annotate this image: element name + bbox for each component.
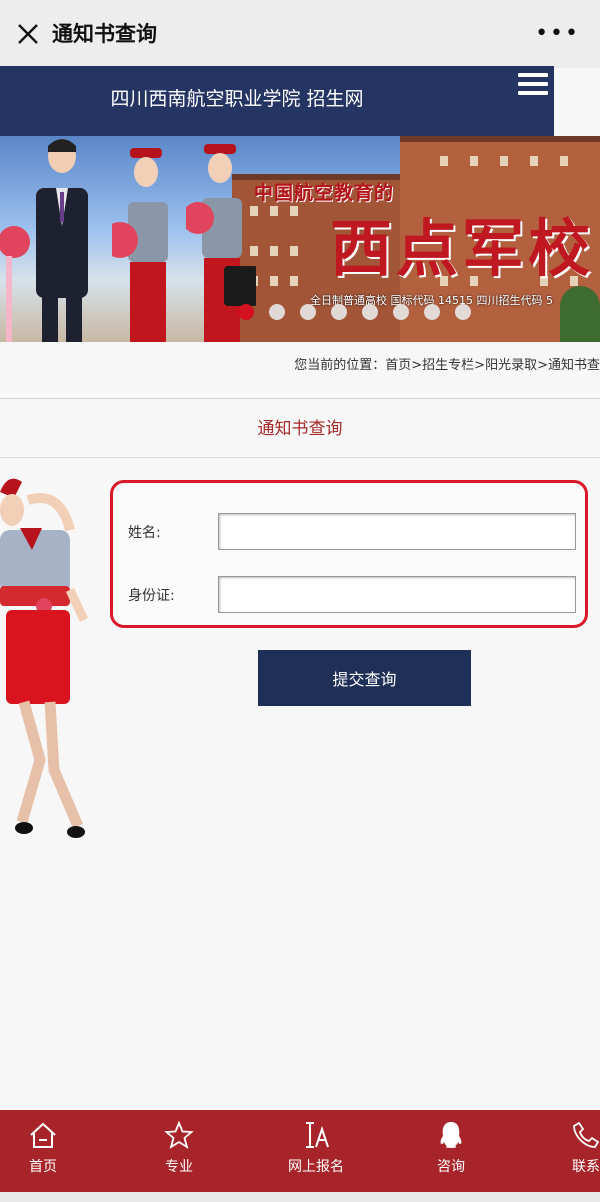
- site-name: 四川西南航空职业学院 招生网: [110, 88, 364, 110]
- breadcrumb-link-notice[interactable]: 通知书查: [548, 358, 600, 373]
- carousel-dot[interactable]: [393, 304, 409, 320]
- banner-headline: 西点军校: [330, 212, 595, 285]
- breadcrumb-prefix: 您当前的位置：: [294, 358, 386, 373]
- carousel-dots: [238, 304, 471, 320]
- name-input[interactable]: [218, 513, 576, 550]
- submit-query-button[interactable]: 提交查询: [258, 650, 471, 706]
- name-label: 姓名:: [128, 525, 161, 541]
- stewardess-illustration: [0, 478, 89, 838]
- divider: [0, 457, 600, 458]
- banner-carousel[interactable]: 中国航空教育的 西点军校 全日制普通高校 国标代码 14515 四川招生代码 5: [0, 136, 600, 342]
- stewardess-figure: [112, 148, 168, 342]
- home-icon: [30, 1122, 56, 1148]
- breadcrumb: 您当前的位置：首页>招生专栏>阳光录取>通知书查: [294, 354, 600, 373]
- close-icon[interactable]: [14, 20, 42, 48]
- breadcrumb-link-admissions[interactable]: 招生专栏: [422, 358, 474, 373]
- id-card-label: 身份证:: [128, 588, 175, 604]
- student-figure: [36, 139, 88, 342]
- nav-item-home[interactable]: 首页: [10, 1110, 76, 1192]
- bottom-navigation: 首页 专业 网上报名 咨询 联系: [0, 1110, 600, 1192]
- carousel-dot[interactable]: [362, 304, 378, 320]
- carousel-dot[interactable]: [424, 304, 440, 320]
- text-cursor-icon: [306, 1122, 329, 1148]
- nav-item-contact[interactable]: 联系: [556, 1110, 600, 1192]
- carousel-dot[interactable]: [331, 304, 347, 320]
- nav-item-majors[interactable]: 专业: [146, 1110, 212, 1192]
- breadcrumb-link-home[interactable]: 首页: [385, 358, 411, 373]
- nav-label: 咨询: [437, 1159, 465, 1175]
- flower-bouquet: [0, 226, 30, 342]
- nav-label: 网上报名: [288, 1159, 344, 1175]
- section-title: 通知书查询: [257, 419, 343, 439]
- site-header: 四川西南航空职业学院 招生网: [0, 66, 554, 136]
- breadcrumb-separator: >: [537, 358, 548, 373]
- carousel-dot[interactable]: [300, 304, 316, 320]
- page-title: 通知书查询: [52, 22, 157, 46]
- carousel-dot[interactable]: [238, 304, 254, 320]
- nav-label: 联系: [572, 1159, 600, 1175]
- nav-label: 专业: [165, 1159, 193, 1175]
- id-card-input[interactable]: [218, 576, 576, 613]
- breadcrumb-link-sunshine[interactable]: 阳光录取: [485, 358, 537, 373]
- carousel-dot[interactable]: [269, 304, 285, 320]
- nav-label: 首页: [29, 1159, 57, 1175]
- carousel-dot[interactable]: [455, 304, 471, 320]
- nav-item-online-apply[interactable]: 网上报名: [276, 1110, 356, 1192]
- menu-icon[interactable]: [518, 68, 548, 96]
- system-bottom-bar: [0, 1192, 600, 1202]
- breadcrumb-separator: >: [411, 358, 423, 373]
- app-bar: 通知书查询 •••: [0, 0, 600, 68]
- more-icon[interactable]: •••: [535, 23, 580, 45]
- divider: [0, 398, 600, 399]
- tree-graphic: [560, 286, 600, 342]
- breadcrumb-separator: >: [474, 358, 486, 373]
- nav-item-consult[interactable]: 咨询: [418, 1110, 484, 1192]
- qq-icon: [440, 1122, 462, 1148]
- star-icon: [164, 1120, 194, 1149]
- phone-icon: [573, 1121, 600, 1148]
